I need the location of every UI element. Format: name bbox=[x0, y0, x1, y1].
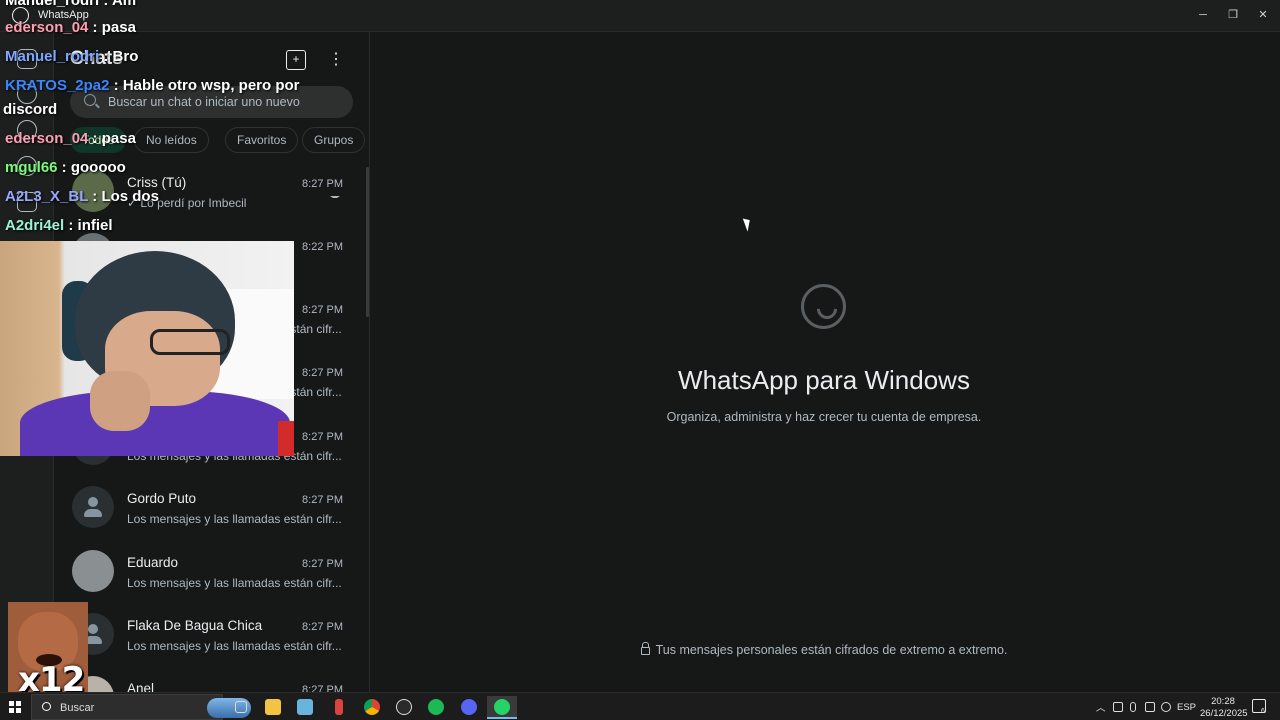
chat-time: 8:27 PM bbox=[302, 684, 343, 692]
emote-overlay: x12 bbox=[8, 602, 88, 697]
notepad-icon[interactable] bbox=[290, 696, 320, 719]
tray-app-icon[interactable] bbox=[1113, 702, 1123, 712]
language-indicator[interactable]: ESP bbox=[1177, 702, 1196, 713]
chat-time: 8:27 PM bbox=[302, 304, 343, 316]
encryption-note: Tus mensajes personales están cifrados d… bbox=[370, 642, 1278, 657]
chat-list-item[interactable]: Flaka De Bagua Chica 8:27 PM Los mensaje… bbox=[54, 607, 369, 670]
chat-name: Eduardo bbox=[127, 555, 179, 570]
microphone-icon[interactable] bbox=[1130, 702, 1136, 712]
clock-time[interactable]: 20:28 bbox=[1200, 696, 1246, 707]
app-icon[interactable] bbox=[324, 696, 354, 719]
lock-icon bbox=[640, 642, 650, 655]
stream-chat-message: discord bbox=[3, 101, 58, 118]
search-icon bbox=[42, 702, 51, 711]
obs-icon[interactable] bbox=[389, 696, 419, 719]
chat-list-item[interactable]: Anel 8:27 PM bbox=[54, 670, 369, 692]
network-icon[interactable] bbox=[1145, 702, 1155, 712]
task-view-icon[interactable] bbox=[226, 696, 256, 719]
welcome-title: WhatsApp para Windows bbox=[678, 365, 970, 395]
chrome-icon[interactable] bbox=[357, 696, 387, 719]
taskbar-search[interactable]: Buscar bbox=[31, 694, 251, 720]
encryption-text: Tus mensajes personales están cifrados d… bbox=[655, 643, 1008, 657]
chat-time: 8:27 PM bbox=[302, 494, 343, 506]
chat-time: 8:22 PM bbox=[302, 241, 343, 253]
spotify-icon[interactable] bbox=[421, 696, 451, 719]
webcam-overlay bbox=[0, 241, 294, 456]
welcome-panel: WhatsApp para Windows Organiza, administ… bbox=[370, 32, 1280, 692]
taskbar-search-label: Buscar bbox=[60, 702, 95, 714]
default-avatar-icon bbox=[72, 486, 114, 528]
chat-name: Gordo Puto bbox=[127, 491, 197, 506]
volume-icon[interactable] bbox=[1161, 702, 1171, 712]
chat-list-item[interactable]: Eduardo 8:27 PM Los mensajes y las llama… bbox=[54, 544, 369, 607]
chat-list-item[interactable]: Gordo Puto 8:27 PM Los mensajes y las ll… bbox=[54, 480, 369, 543]
chat-list-scrollbar[interactable] bbox=[366, 167, 369, 317]
windows-start-icon[interactable] bbox=[9, 701, 21, 713]
notification-count: 6 bbox=[1261, 708, 1265, 715]
chat-preview: Los mensajes y las llamadas están cifr..… bbox=[127, 512, 342, 526]
whatsapp-icon[interactable] bbox=[487, 696, 517, 719]
chat-time: 8:27 PM bbox=[302, 367, 343, 379]
chat-time: 8:27 PM bbox=[302, 621, 343, 633]
stream-chat-message: Manuel_rodri : Am bbox=[5, 0, 137, 9]
stream-chat-message: A2dri4el : infiel bbox=[5, 217, 113, 234]
tray-chevron-icon[interactable]: ︿ bbox=[1096, 700, 1106, 714]
chat-preview: Los mensajes y las llamadas están cifr..… bbox=[127, 576, 342, 590]
file-explorer-icon[interactable] bbox=[258, 696, 288, 719]
chat-time: 8:27 PM bbox=[302, 431, 343, 443]
close-button[interactable]: ✕ bbox=[1250, 4, 1276, 26]
chat-name: Anel bbox=[127, 681, 155, 692]
stream-chat-message: mgul66 : gooooo bbox=[5, 159, 126, 176]
stream-chat-message: KRATOS_2pa2 : Hable otro wsp, pero por bbox=[5, 77, 300, 94]
avatar bbox=[72, 550, 114, 592]
chat-preview: Los mensajes y las llamadas están cifr..… bbox=[127, 639, 342, 653]
stream-chat-message: ederson_04 : pasa bbox=[5, 130, 136, 147]
stream-chat-overlay: Manuel_rodri : Am ederson_04 : pasa Manu… bbox=[0, 0, 360, 240]
chat-time: 8:27 PM bbox=[302, 558, 343, 570]
welcome-subtitle: Organiza, administra y haz crecer tu cue… bbox=[666, 410, 982, 424]
minimize-button[interactable]: ─ bbox=[1190, 4, 1216, 26]
whatsapp-logo-icon bbox=[801, 284, 846, 329]
maximize-button[interactable]: ❐ bbox=[1220, 4, 1246, 26]
clock-date[interactable]: 26/12/2025 bbox=[1200, 708, 1248, 719]
discord-icon[interactable] bbox=[454, 696, 484, 719]
stream-chat-message: ederson_04 : pasa bbox=[5, 19, 136, 36]
stream-chat-message: A2L3_X_BL : Los dos bbox=[5, 188, 159, 205]
stream-chat-message: Manuel_rodri : Bro bbox=[5, 48, 139, 65]
chat-name: Flaka De Bagua Chica bbox=[127, 618, 263, 633]
taskbar: Buscar ︿ ESP 20:28 26/12/2025 6 bbox=[0, 692, 1280, 720]
